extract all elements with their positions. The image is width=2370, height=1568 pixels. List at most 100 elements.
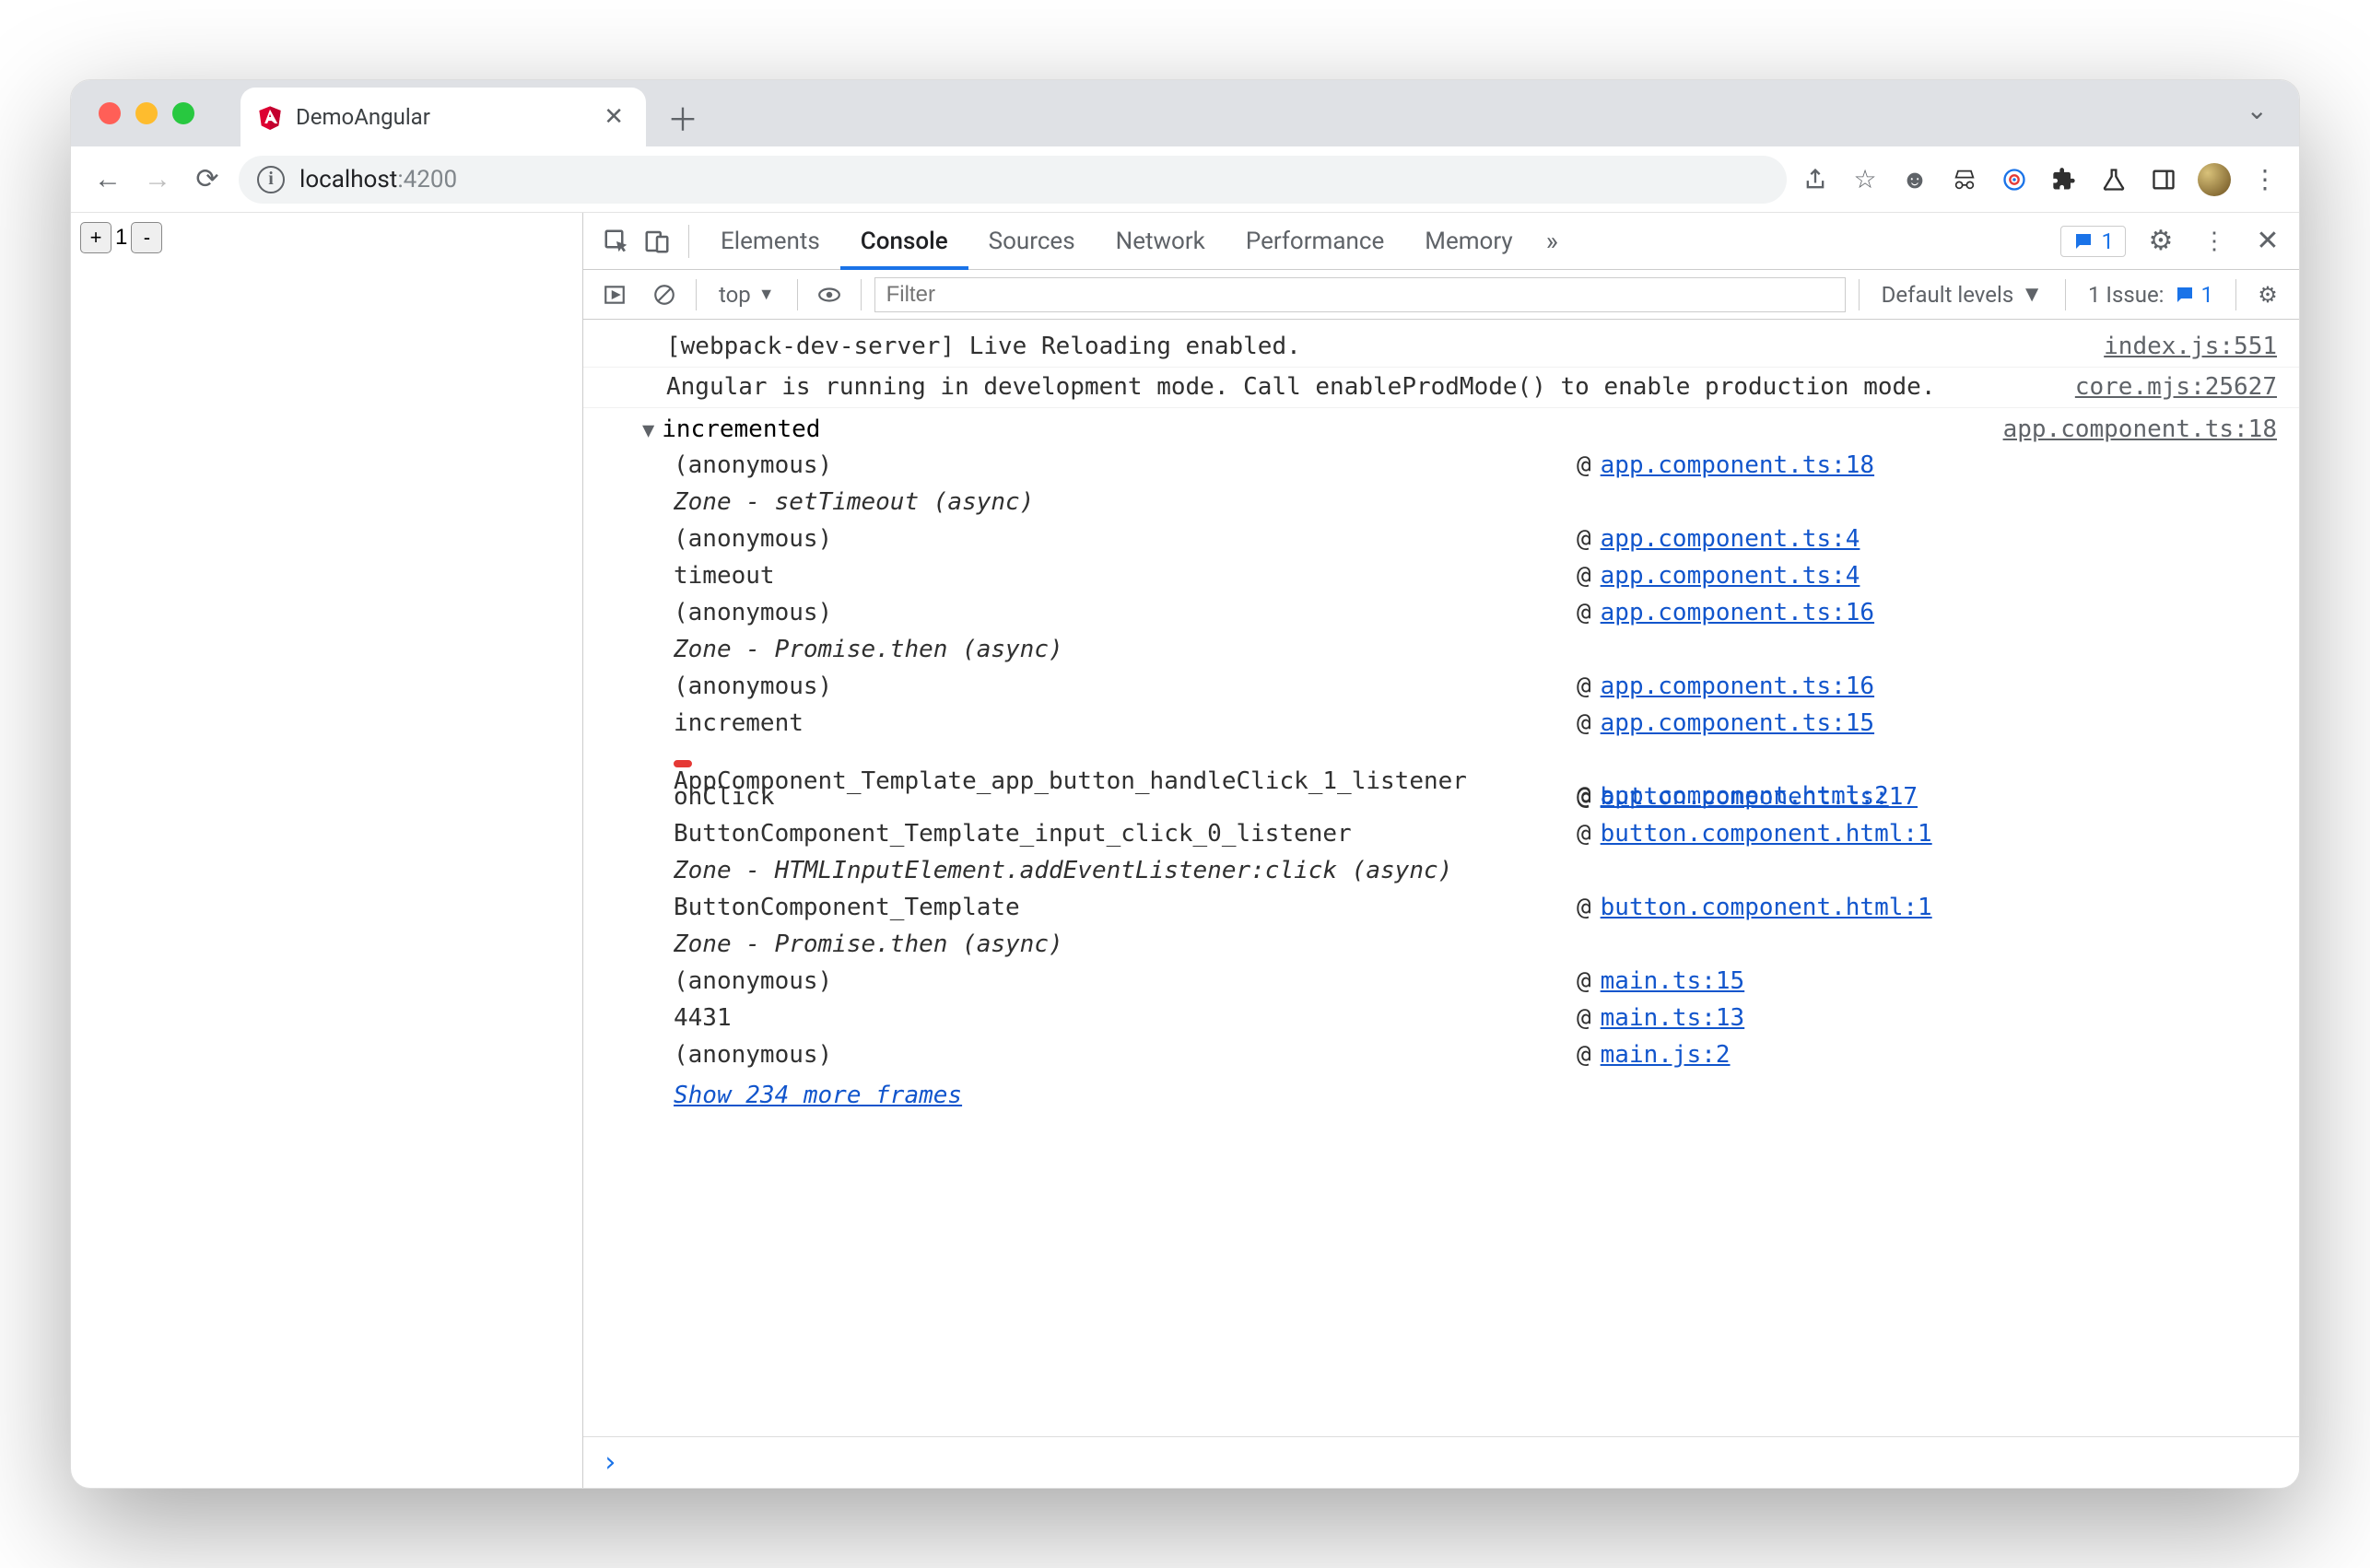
devtools-close-icon[interactable]: ✕ <box>2249 223 2286 260</box>
console-prompt[interactable]: › <box>583 1436 2299 1488</box>
console-group: ▼ incremented app.component.ts:18 (anony… <box>583 408 2299 1127</box>
share-icon[interactable] <box>1800 164 1831 195</box>
log-levels-selector[interactable]: Default levels ▼ <box>1872 281 2052 308</box>
tab-close-icon[interactable]: ✕ <box>598 103 629 131</box>
stack-source-link[interactable]: button.component.ts:17 <box>1601 779 1918 815</box>
tab-console[interactable]: Console <box>840 213 968 270</box>
stack-source-link[interactable]: main.js:2 <box>1601 1037 1731 1073</box>
stack-source-link[interactable]: app.component.ts:16 <box>1601 595 1874 631</box>
stack-frame: ButtonComponent_Template <box>674 890 1020 926</box>
stack-frame: (anonymous) <box>674 669 832 705</box>
issues-count: 1 <box>2201 282 2214 308</box>
stack-source-link[interactable]: main.ts:15 <box>1601 964 1745 1000</box>
stack-frame: timeout <box>674 558 775 594</box>
console-sidebar-toggle-icon[interactable] <box>596 276 633 313</box>
page-viewport: + 1 - <box>71 213 583 1488</box>
extension-incognito-icon[interactable] <box>1949 164 1980 195</box>
url-host: localhost <box>299 166 397 193</box>
stack-zone: Zone - Promise.then (async) <box>674 632 1063 668</box>
console-settings-icon[interactable]: ⚙ <box>2249 276 2286 313</box>
group-label: incremented <box>662 412 820 448</box>
console-message-row: [webpack-dev-server] Live Reloading enab… <box>583 327 2299 368</box>
angular-icon <box>257 104 283 130</box>
levels-label: Default levels <box>1882 282 2014 308</box>
new-tab-button[interactable]: ＋ <box>657 91 709 143</box>
window-minimize-dot[interactable] <box>135 102 158 124</box>
counter-widget: + 1 - <box>80 222 162 253</box>
browser-menu-icon[interactable]: ⋮ <box>2249 164 2281 195</box>
devtools-panel: Elements Console Sources Network Perform… <box>583 213 2299 1488</box>
stack-source-link[interactable]: app.component.ts:18 <box>1601 448 1874 484</box>
stack-frame: increment <box>674 706 804 742</box>
extension-flask-icon[interactable] <box>2098 164 2129 195</box>
stack-frame: (anonymous) <box>674 521 832 557</box>
live-expression-icon[interactable] <box>811 276 848 313</box>
console-filter-input[interactable] <box>874 277 1846 312</box>
tab-memory[interactable]: Memory <box>1404 213 1532 270</box>
stack-frame: 4431 <box>674 1000 732 1036</box>
tab-elements[interactable]: Elements <box>700 213 840 270</box>
tab-sources[interactable]: Sources <box>968 213 1096 270</box>
stack-source-link[interactable]: app.component.ts:16 <box>1601 669 1874 705</box>
browser-window: DemoAngular ✕ ＋ ⌄ ← → ⟳ i localhost:4200… <box>70 79 2300 1489</box>
console-message-row: Angular is running in development mode. … <box>583 368 2299 408</box>
stack-frame: (anonymous) <box>674 448 832 484</box>
clear-console-icon[interactable] <box>646 276 683 313</box>
back-button[interactable]: ← <box>89 161 126 198</box>
traffic-lights <box>99 102 194 124</box>
forward-button[interactable]: → <box>139 161 176 198</box>
highlighted-frame: AppComponent_Template_app_button_handleC… <box>674 760 692 767</box>
extension-target-icon[interactable] <box>1999 164 2030 195</box>
devtools-menu-icon[interactable]: ⋮ <box>2196 223 2233 260</box>
reload-button[interactable]: ⟳ <box>189 161 226 198</box>
stack-source-link[interactable]: app.component.ts:4 <box>1601 558 1860 594</box>
console-source-link[interactable]: app.component.ts:18 <box>2003 412 2277 448</box>
issues-summary[interactable]: 1 Issue: 1 <box>2079 282 2223 308</box>
bookmark-star-icon[interactable]: ☆ <box>1849 164 1881 195</box>
console-output: [webpack-dev-server] Live Reloading enab… <box>583 320 2299 1436</box>
address-bar[interactable]: i localhost:4200 <box>239 156 1787 204</box>
url-port: :4200 <box>397 166 457 193</box>
decrement-button[interactable]: - <box>131 222 162 253</box>
extension-panel-icon[interactable] <box>2148 164 2179 195</box>
stack-source-link[interactable]: app.component.ts:4 <box>1601 521 1860 557</box>
window-close-dot[interactable] <box>99 102 121 124</box>
increment-button[interactable]: + <box>80 222 111 253</box>
extensions-puzzle-icon[interactable] <box>2048 164 2080 195</box>
tab-network[interactable]: Network <box>1096 213 1226 270</box>
stack-source-link[interactable]: main.ts:13 <box>1601 1000 1745 1036</box>
toolbar-icons: ☆ ☻ ⋮ <box>1800 163 2281 196</box>
devtools-tabbar: Elements Console Sources Network Perform… <box>583 213 2299 270</box>
stack-zone: Zone - setTimeout (async) <box>674 485 1034 521</box>
extension-skull-icon[interactable]: ☻ <box>1899 164 1930 195</box>
counter-value: 1 <box>111 225 131 251</box>
browser-tab[interactable]: DemoAngular ✕ <box>241 88 646 146</box>
stack-frame: onClick <box>674 779 775 815</box>
show-more-frames-link[interactable]: Show 234 more frames <box>605 1074 2277 1127</box>
console-source-link[interactable]: core.mjs:25627 <box>2059 369 2277 405</box>
console-source-link[interactable]: index.js:551 <box>2087 329 2277 365</box>
tab-overflow-icon[interactable]: ⌄ <box>2247 95 2290 133</box>
devtools-settings-icon[interactable]: ⚙ <box>2142 223 2179 260</box>
disclosure-triangle-icon[interactable]: ▼ <box>642 415 662 446</box>
execution-context-selector[interactable]: top ▼ <box>710 282 784 308</box>
stack-zone: Zone - HTMLInputElement.addEventListener… <box>674 853 1452 889</box>
stack-frame: (anonymous) <box>674 595 832 631</box>
stack-source-link[interactable]: button.component.html:1 <box>1601 816 1932 852</box>
tab-title: DemoAngular <box>296 104 585 130</box>
stack-source-link[interactable]: button.component.html:1 <box>1601 890 1932 926</box>
context-label: top <box>719 282 751 308</box>
stack-frame: ButtonComponent_Template_input_click_0_l… <box>674 816 1352 852</box>
inspect-element-icon[interactable] <box>596 221 637 262</box>
stack-frame: (anonymous) <box>674 964 832 1000</box>
console-message: [webpack-dev-server] Live Reloading enab… <box>666 329 2087 365</box>
site-info-icon[interactable]: i <box>257 166 285 193</box>
tabs-overflow-icon[interactable]: » <box>1533 226 1571 256</box>
tab-performance[interactable]: Performance <box>1226 213 1404 270</box>
device-toolbar-icon[interactable] <box>637 221 677 262</box>
issues-badge[interactable]: 1 <box>2060 226 2127 257</box>
stack-source-link[interactable]: app.component.ts:15 <box>1601 706 1874 742</box>
profile-avatar[interactable] <box>2198 163 2231 196</box>
tab-strip: DemoAngular ✕ ＋ ⌄ <box>71 80 2299 146</box>
window-zoom-dot[interactable] <box>172 102 194 124</box>
